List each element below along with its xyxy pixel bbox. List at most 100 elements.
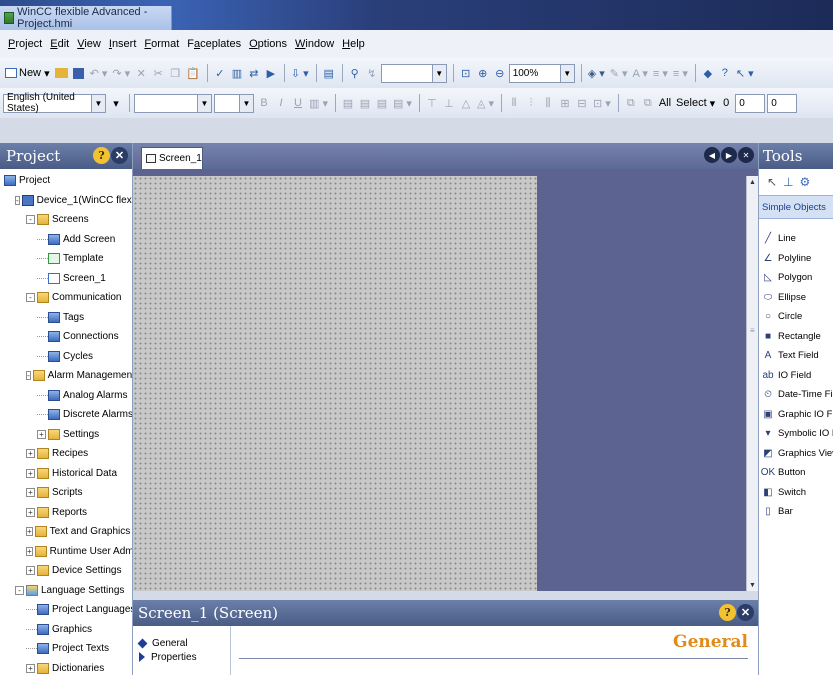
menu-view[interactable]: View bbox=[73, 38, 105, 50]
tool-graphics-view[interactable]: ◩ Graphics View bbox=[759, 444, 833, 464]
bold-button[interactable]: B bbox=[256, 93, 272, 113]
tree-item-scripts[interactable]: + Scripts bbox=[0, 483, 132, 503]
new-button[interactable]: New ▾ bbox=[3, 63, 52, 83]
select-button[interactable]: Select ▾ bbox=[674, 93, 717, 113]
tree-item-device-settings[interactable]: + Device Settings bbox=[0, 561, 132, 581]
chevron-down-icon[interactable]: ▼ bbox=[91, 94, 105, 112]
line-style-button[interactable]: ≡ ▾ bbox=[651, 63, 670, 83]
strikethrough-button[interactable]: ▥ ▾ bbox=[307, 93, 330, 113]
screen-canvas[interactable] bbox=[133, 176, 537, 591]
rotate-button[interactable]: ◬ ▾ bbox=[475, 93, 496, 113]
all-button[interactable]: All bbox=[657, 93, 673, 113]
ungroup-button[interactable]: ⊡ ▾ bbox=[591, 93, 613, 113]
collapse-icon[interactable]: - bbox=[15, 585, 24, 595]
fill-color-button[interactable]: ◈ ▾ bbox=[586, 63, 607, 83]
expand-icon[interactable]: + bbox=[37, 429, 46, 439]
menu-format[interactable]: Format bbox=[140, 38, 183, 50]
font-size-combo[interactable]: ▼ bbox=[214, 93, 254, 113]
nav-general[interactable]: General bbox=[137, 636, 230, 650]
language-combo[interactable]: English (United States) ▼ bbox=[3, 92, 106, 114]
object-properties-button[interactable]: ◆ bbox=[700, 63, 716, 83]
scroll-up-icon[interactable]: ▲ bbox=[747, 176, 758, 188]
tab-screen-1[interactable]: Screen_1 bbox=[141, 147, 203, 169]
distribute-h-button[interactable]: ⫴ bbox=[506, 93, 522, 113]
tool-text-field[interactable]: A Text Field bbox=[759, 346, 833, 366]
tool-symbolic-io-field[interactable]: ▾ Symbolic IO Field bbox=[759, 424, 833, 444]
expand-icon[interactable]: + bbox=[26, 468, 35, 478]
close-icon[interactable]: ✕ bbox=[737, 604, 754, 621]
tree-item-project[interactable]: Project bbox=[0, 171, 132, 191]
zoom-combo[interactable]: 100% ▼ bbox=[508, 63, 575, 83]
tree-item-runtime-user-administration[interactable]: + Runtime User Administration bbox=[0, 542, 132, 562]
tree-item-connections[interactable]: Connections bbox=[0, 327, 132, 347]
tree-item-recipes[interactable]: + Recipes bbox=[0, 444, 132, 464]
tree-item-project-texts[interactable]: Project Texts bbox=[0, 639, 132, 659]
tool-switch[interactable]: ◧ Switch bbox=[759, 483, 833, 503]
tree-item-text-and-graphics-lists[interactable]: + Text and Graphics Lists bbox=[0, 522, 132, 542]
scrollbar-grip-icon[interactable]: ≡ bbox=[750, 326, 755, 335]
tool-rectangle[interactable]: ■ Rectangle bbox=[759, 327, 833, 347]
menu-insert[interactable]: Insert bbox=[105, 38, 141, 50]
scroll-down-icon[interactable]: ▼ bbox=[747, 579, 758, 591]
language-dropdown-button[interactable]: ▾ bbox=[108, 93, 124, 113]
expand-icon[interactable]: + bbox=[26, 546, 33, 556]
menu-edit[interactable]: Edit bbox=[46, 38, 73, 50]
check-consistency-button[interactable]: ✓ bbox=[212, 63, 228, 83]
line-width-button[interactable]: ≡ ▾ bbox=[671, 63, 690, 83]
compile-button[interactable]: ▥ bbox=[229, 63, 245, 83]
pin-icon[interactable]: ⊥ bbox=[783, 175, 793, 189]
font-color-button[interactable]: A ▾ bbox=[631, 63, 650, 83]
close-icon[interactable]: ✕ bbox=[111, 147, 128, 164]
chevron-down-icon[interactable]: ▼ bbox=[559, 64, 574, 82]
align-center-button[interactable]: ▤ bbox=[357, 93, 373, 113]
chevron-down-icon[interactable]: ▼ bbox=[431, 64, 446, 82]
help-icon[interactable]: ? bbox=[93, 147, 110, 164]
collapse-icon[interactable]: - bbox=[26, 293, 35, 303]
tool-date-time-field[interactable]: ⏲ Date-Time Field bbox=[759, 385, 833, 405]
tree-item-communication[interactable]: - Communication bbox=[0, 288, 132, 308]
menu-window[interactable]: Window bbox=[291, 38, 338, 50]
tree-item-discrete-alarms[interactable]: Discrete Alarms bbox=[0, 405, 132, 425]
expand-icon[interactable]: + bbox=[26, 449, 35, 459]
tool-icon[interactable]: ⚙ bbox=[800, 175, 811, 189]
tree-item-project-languages[interactable]: Project Languages bbox=[0, 600, 132, 620]
find-button[interactable]: ⚲ bbox=[347, 63, 363, 83]
zoom-fit-button[interactable]: ⊡ bbox=[458, 63, 474, 83]
tree-item-dictionaries[interactable]: + Dictionaries bbox=[0, 659, 132, 675]
vertical-scrollbar[interactable]: ▲ ≡ ▼ bbox=[746, 176, 758, 591]
undo-button[interactable]: ↶ ▾ bbox=[88, 63, 110, 83]
tree-item-alarm-management[interactable]: - Alarm Management bbox=[0, 366, 132, 386]
chevron-down-icon[interactable]: ▼ bbox=[239, 94, 253, 112]
align-justify-button[interactable]: ▤ ▾ bbox=[391, 93, 414, 113]
expand-icon[interactable]: + bbox=[26, 507, 35, 517]
line-color-button[interactable]: ✎ ▾ bbox=[608, 63, 630, 83]
help-icon[interactable]: ? bbox=[719, 604, 736, 621]
align-bottom-button[interactable]: △ bbox=[458, 93, 474, 113]
tool-button[interactable]: OK Button bbox=[759, 463, 833, 483]
same-height-button[interactable]: ⊞ bbox=[557, 93, 573, 113]
pointer-icon[interactable]: ↖ bbox=[767, 175, 777, 189]
expand-icon[interactable]: + bbox=[26, 566, 35, 576]
scroll-right-icon[interactable]: ▶ bbox=[721, 147, 737, 163]
tool-ellipse[interactable]: ⬭ Ellipse bbox=[759, 288, 833, 308]
underline-button[interactable]: U bbox=[290, 93, 306, 113]
search-combo[interactable]: ▼ bbox=[380, 63, 447, 83]
cut-button[interactable]: ✂ bbox=[150, 63, 166, 83]
italic-button[interactable]: I bbox=[273, 93, 289, 113]
position-x-field[interactable]: 0 bbox=[735, 93, 766, 113]
whats-this-button[interactable]: ↖ ▾ bbox=[734, 63, 756, 83]
tree-item-analog-alarms[interactable]: Analog Alarms bbox=[0, 386, 132, 406]
menu-project[interactable]: Project bbox=[4, 38, 46, 50]
transfer-button[interactable]: ⇄ bbox=[246, 63, 262, 83]
expand-icon[interactable]: + bbox=[26, 488, 35, 498]
tree-item-tags[interactable]: Tags bbox=[0, 308, 132, 328]
zoom-in-button[interactable]: ⊕ bbox=[475, 63, 491, 83]
align-right-button[interactable]: ▤ bbox=[374, 93, 390, 113]
tool-line[interactable]: ╱ Line bbox=[759, 229, 833, 249]
download-button[interactable]: ⇩ ▾ bbox=[289, 63, 311, 83]
tree-item-screens[interactable]: - Screens bbox=[0, 210, 132, 230]
tree-item-add-screen[interactable]: Add Screen bbox=[0, 230, 132, 250]
layer-all-button[interactable]: ⧉ bbox=[640, 93, 656, 113]
expand-icon[interactable]: + bbox=[26, 663, 35, 673]
distribute-v-button[interactable]: ⫶ bbox=[523, 93, 539, 113]
